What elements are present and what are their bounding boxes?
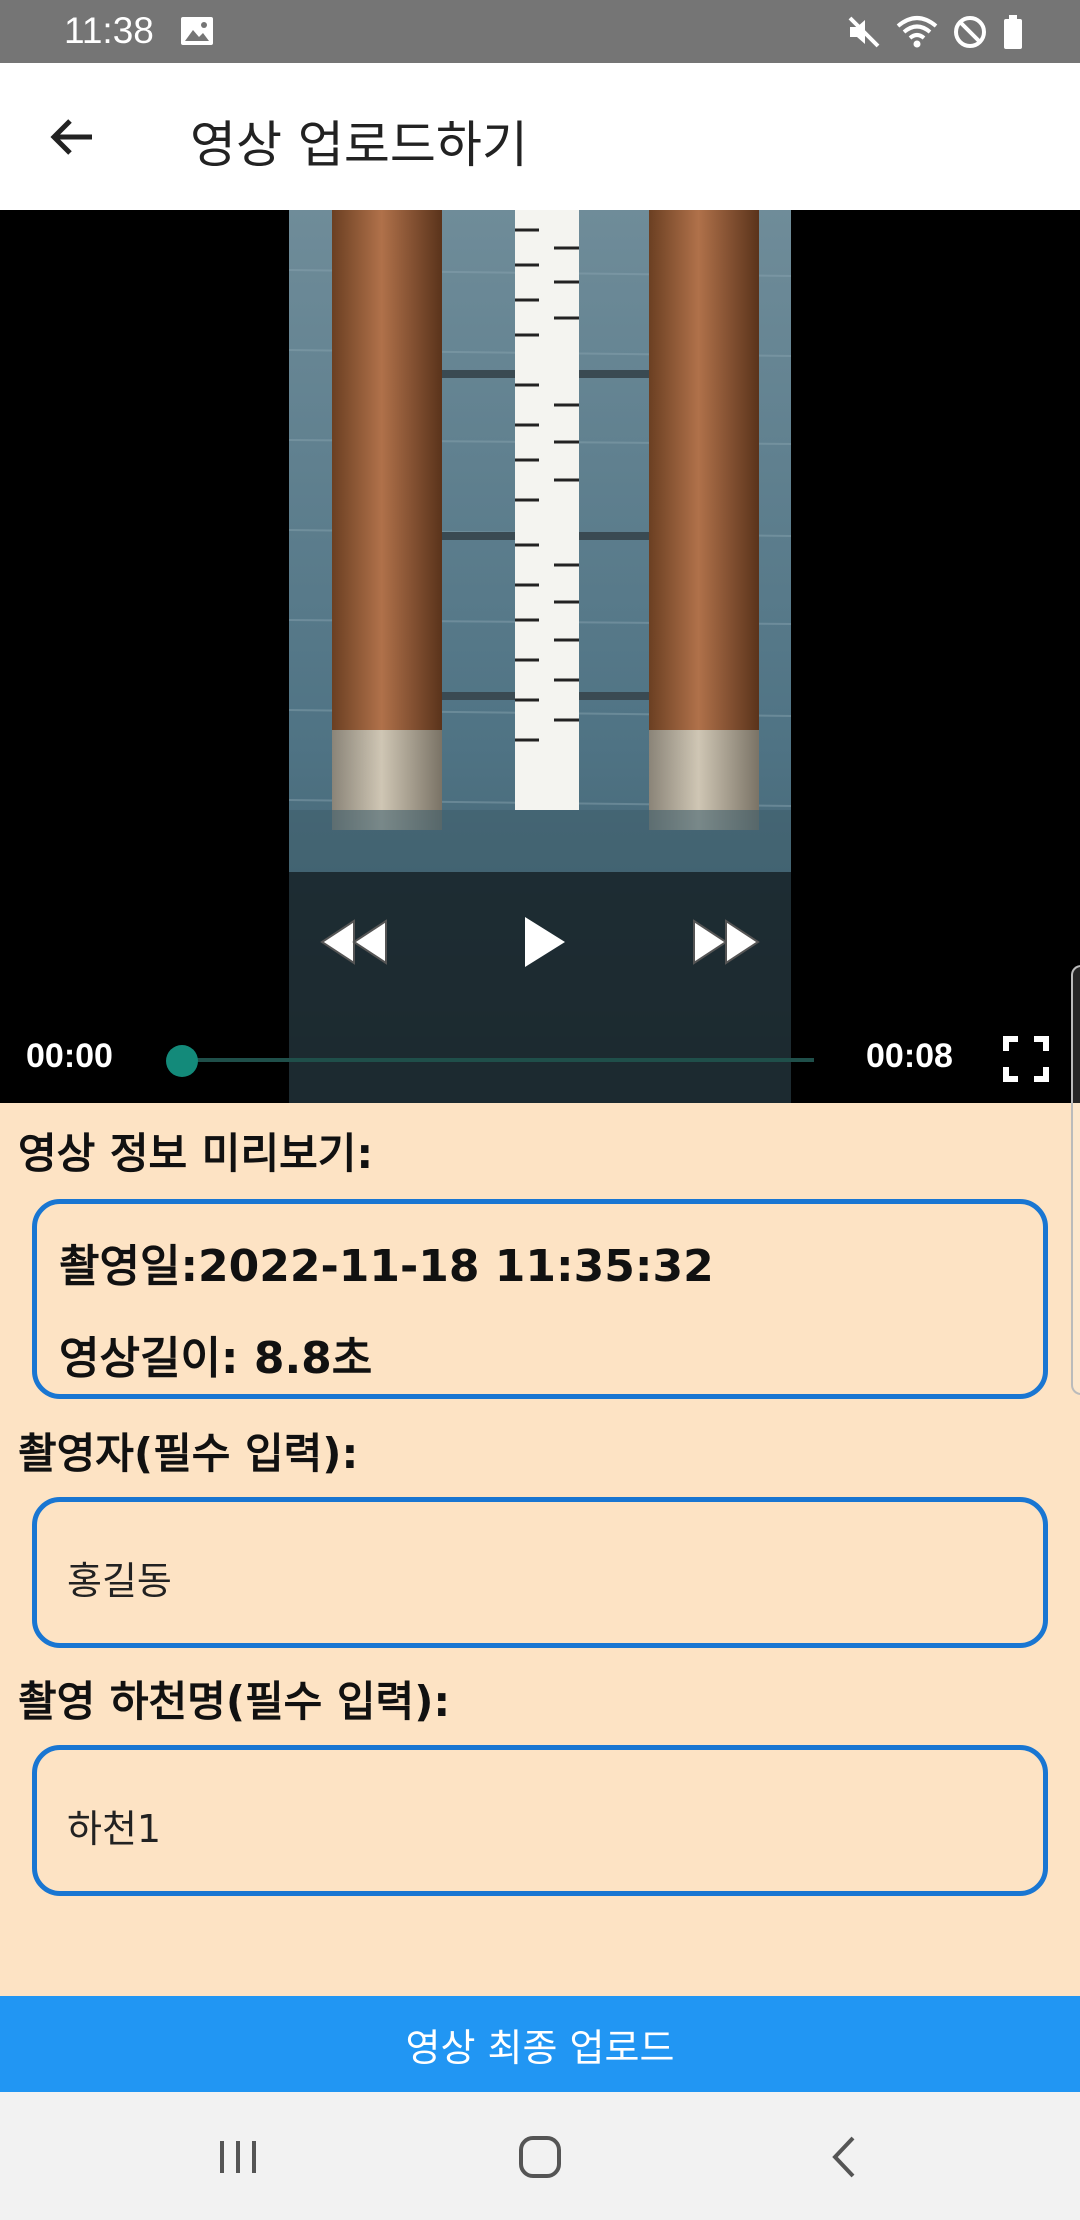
back-button[interactable] — [38, 103, 106, 171]
gallery-icon — [181, 17, 213, 45]
rewind-button[interactable] — [318, 910, 390, 974]
fullscreen-button[interactable] — [1003, 1036, 1049, 1082]
battery-icon — [1004, 15, 1022, 49]
nav-back-button[interactable] — [804, 2122, 884, 2192]
fast-forward-button[interactable] — [690, 910, 762, 974]
video-controls-overlay — [289, 872, 791, 1103]
preview-info-box: 촬영일:2022-11-18 11:35:32 영상길이: 8.8초 — [32, 1199, 1048, 1399]
fast-forward-icon — [693, 919, 760, 965]
progress-thumb[interactable] — [166, 1045, 198, 1077]
total-time: 00:08 — [866, 1037, 953, 1075]
photographer-label: 촬영자(필수 입력): — [18, 1429, 359, 1478]
river-label: 촬영 하천명(필수 입력): — [18, 1677, 451, 1726]
fullscreen-icon — [1003, 1036, 1049, 1082]
navigation-bar — [0, 2092, 1080, 2220]
photographer-value: 홍길동 — [67, 1559, 172, 1603]
edge-panel-handle[interactable] — [1071, 965, 1080, 1395]
current-time: 00:00 — [26, 1037, 113, 1075]
recent-apps-button[interactable] — [198, 2122, 278, 2192]
progress-track[interactable] — [182, 1058, 814, 1062]
home-button[interactable] — [500, 2122, 580, 2192]
river-name-field[interactable]: 하천1 — [32, 1745, 1048, 1896]
play-button[interactable] — [517, 908, 571, 976]
play-icon — [525, 917, 565, 967]
do-not-disturb-icon — [954, 16, 986, 48]
capture-date: 촬영일:2022-11-18 11:35:32 — [59, 1241, 714, 1292]
mute-icon — [848, 16, 880, 48]
video-duration: 영상길이: 8.8초 — [59, 1333, 373, 1384]
recent-apps-icon — [220, 2141, 256, 2173]
app-bar: 영상 업로드하기 — [0, 63, 1080, 210]
wifi-icon — [896, 16, 938, 48]
photographer-field[interactable]: 홍길동 — [32, 1497, 1048, 1648]
preview-label: 영상 정보 미리보기: — [18, 1129, 374, 1178]
home-icon — [519, 2136, 561, 2178]
chevron-left-icon — [832, 2136, 855, 2178]
arrow-left-icon — [50, 119, 92, 155]
rewind-icon — [320, 919, 387, 965]
status-time: 11:38 — [64, 10, 154, 51]
upload-button[interactable]: 영상 최종 업로드 — [0, 1996, 1080, 2092]
river-value: 하천1 — [67, 1807, 162, 1851]
status-bar: 11:38 — [0, 0, 1080, 63]
page-title: 영상 업로드하기 — [190, 116, 528, 174]
